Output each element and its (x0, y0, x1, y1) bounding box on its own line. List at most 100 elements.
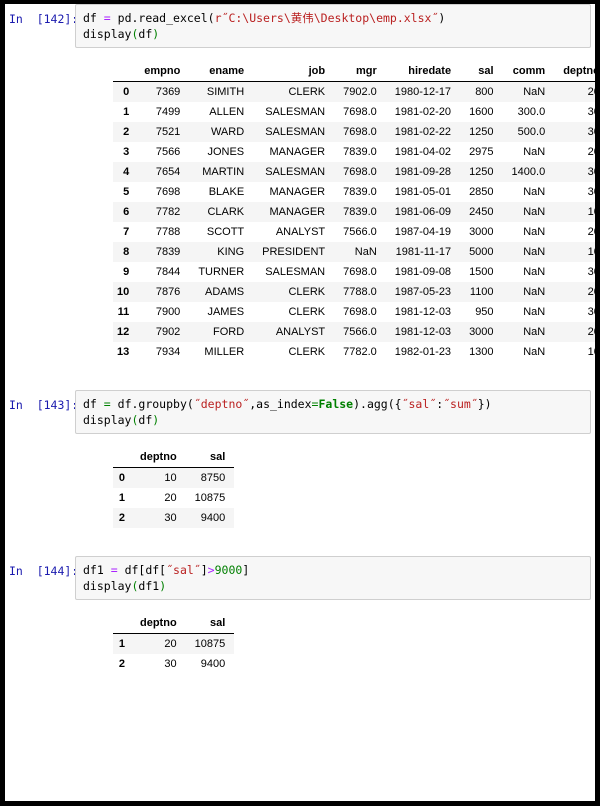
table-row: 6 7782 CLARK MANAGER 7839.0 1981-06-09 2450 NaN… (113, 202, 595, 222)
table-cell: 7934 (135, 342, 190, 362)
table-cell: 20 (554, 81, 595, 102)
table-cell: 7566.0 (334, 222, 386, 242)
table-cell: MARTIN (189, 162, 254, 182)
table-cell: CLERK (253, 342, 335, 362)
table-row: 0 10 8750 (113, 467, 235, 488)
table-cell: 7782 (135, 202, 190, 222)
dataframe-table: deptno sal 0 10 8750 1 20 10875 2 30 9400 (113, 448, 235, 528)
code-line[interactable]: display(df) (83, 412, 586, 428)
code-token: df (83, 397, 104, 411)
table-cell: TURNER (189, 262, 254, 282)
cell-spacer (5, 364, 595, 390)
table-cell: MANAGER (253, 182, 335, 202)
table-row-index: 12 (113, 322, 136, 342)
table-cell: NaN (502, 282, 555, 302)
table-row-index: 7 (113, 222, 136, 242)
table-row-index: 13 (113, 342, 136, 362)
table-cell: 7782.0 (334, 342, 386, 362)
table-row-index: 6 (113, 202, 136, 222)
code-input-area[interactable]: df = pd.read_excel(r˝C:\Users\黄伟\Desktop… (75, 4, 591, 48)
notebook-body: In [142]: df = pd.read_excel(r˝C:\Users\黄… (5, 4, 595, 676)
dataframe-table: deptno sal 1 20 10875 2 30 9400 (113, 614, 235, 674)
table-cell: 800 (460, 81, 503, 102)
code-input-area[interactable]: df = df.groupby(˝deptno˝,as_index=False)… (75, 390, 591, 434)
code-input-area[interactable]: df1 = df[df[˝sal˝]>9000] display(df1) (75, 556, 591, 600)
table-row-index: 2 (113, 508, 131, 528)
table-cell: 2850 (460, 182, 503, 202)
table-cell: 30 (554, 122, 595, 142)
table-index-header (113, 614, 131, 634)
table-row: 11 7900 JAMES CLERK 7698.0 1981-12-03 950 NaN 30 (113, 302, 595, 322)
code-line[interactable]: display(df1) (83, 578, 586, 594)
code-cell: In [144]: df1 = df[df[˝sal˝]>9000] display… (5, 556, 595, 600)
table-cell: 30 (131, 508, 186, 528)
table-cell: NaN (502, 202, 555, 222)
code-token: ) (152, 413, 160, 427)
table-cell: 5000 (460, 242, 503, 262)
code-token: ) (159, 579, 167, 593)
code-token: display (83, 27, 132, 41)
code-cell: In [143]: df = df.groupby(˝deptno˝,as_ind… (5, 390, 595, 434)
table-cell: 20 (554, 282, 595, 302)
table-cell: NaN (502, 322, 555, 342)
cell-output-area: empno ename job mgr hiredate sal comm deptno 0 73… (5, 48, 595, 364)
cell-prompt-label: In [144]: (9, 564, 79, 578)
table-header-row: deptno sal (113, 614, 235, 634)
table-cell: 7788.0 (334, 282, 386, 302)
table-row: 1 20 10875 (113, 633, 235, 654)
table-cell: SALESMAN (253, 102, 335, 122)
table-row: 10 7876 ADAMS CLERK 7788.0 1987-05-23 1100 NaN 2… (113, 282, 595, 302)
dataframe-table: empno ename job mgr hiredate sal comm deptno 0 73… (113, 62, 595, 362)
table-cell: CLERK (253, 81, 335, 102)
table-row-index: 1 (113, 102, 136, 122)
table-cell: 1987-05-23 (385, 282, 461, 302)
table-cell: 1500 (460, 262, 503, 282)
code-token: df (138, 413, 153, 427)
code-line[interactable]: df1 = df[df[˝sal˝]>9000] (83, 562, 586, 578)
code-token: df (138, 27, 153, 41)
table-column-header: deptno (131, 448, 186, 468)
table-cell: SALESMAN (253, 122, 335, 142)
code-cell: In [142]: df = pd.read_excel(r˝C:\Users\黄… (5, 4, 595, 48)
table-cell: MANAGER (253, 142, 335, 162)
table-column-header: hiredate (385, 62, 461, 82)
table-cell: 7876 (135, 282, 190, 302)
table-cell: 9400 (185, 508, 235, 528)
table-cell: 10875 (185, 488, 235, 508)
table-cell: 1981-11-17 (385, 242, 461, 262)
table-index-header (113, 62, 136, 82)
table-row-index: 11 (113, 302, 136, 322)
table-cell: NaN (502, 342, 555, 362)
cell-output-area: deptno sal 1 20 10875 2 30 9400 (5, 600, 595, 676)
code-token: False (318, 397, 354, 411)
code-line[interactable]: display(df) (83, 26, 586, 42)
code-line[interactable]: df = df.groupby(˝deptno˝,as_index=False)… (83, 396, 586, 412)
table-cell: 9400 (185, 654, 235, 674)
table-cell: 1981-09-28 (385, 162, 461, 182)
code-token: > (207, 563, 215, 577)
table-cell: 7788 (135, 222, 190, 242)
table-cell: 1981-06-09 (385, 202, 461, 222)
table-cell: MANAGER (253, 202, 335, 222)
code-token: ( (186, 397, 194, 411)
code-token: df.groupby (110, 397, 187, 411)
table-row: 2 30 9400 (113, 654, 235, 674)
table-cell: 1600 (460, 102, 503, 122)
code-line[interactable]: df = pd.read_excel(r˝C:\Users\黄伟\Desktop… (83, 10, 586, 26)
table-cell: 20 (131, 633, 186, 654)
table-cell: FORD (189, 322, 254, 342)
table-cell: 10 (554, 202, 595, 222)
table-cell: 7839.0 (334, 182, 386, 202)
table-row: 12 7902 FORD ANALYST 7566.0 1981-12-03 3000 NaN… (113, 322, 595, 342)
table-cell: WARD (189, 122, 254, 142)
table-cell: 7839.0 (334, 202, 386, 222)
code-token: df (83, 11, 104, 25)
code-token: r˝C:\Users\黄伟\Desktop\emp.xlsx˝ (214, 11, 439, 25)
table-cell: 8750 (185, 467, 235, 488)
table-cell: 20 (131, 488, 186, 508)
table-row: 0 7369 SIMITH CLERK 7902.0 1980-12-17 800 NaN 20 (113, 81, 595, 102)
table-cell: 10875 (185, 633, 235, 654)
code-token: }) (477, 397, 492, 411)
table-column-header: sal (460, 62, 503, 82)
table-cell: 20 (554, 142, 595, 162)
